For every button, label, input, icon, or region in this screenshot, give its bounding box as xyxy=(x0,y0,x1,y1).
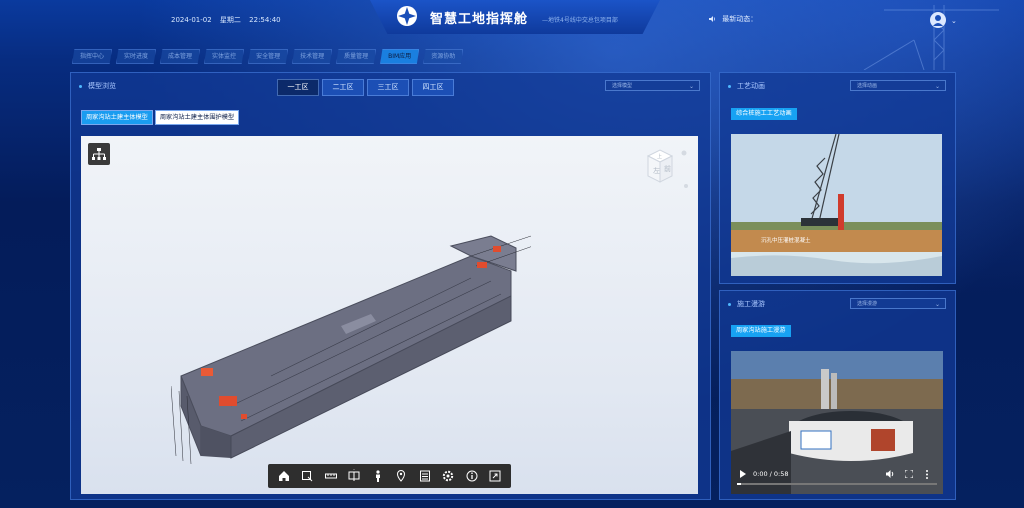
viewer-toolbar xyxy=(268,464,511,488)
model-panel-title: 模型浏览 xyxy=(79,81,116,91)
speaker-icon xyxy=(709,16,715,22)
video-controls: 0:00 / 0:58 xyxy=(731,464,943,494)
roaming-select[interactable]: 选择漫游 ⌄ xyxy=(850,298,946,309)
nav-item-progress[interactable]: 实时进度 xyxy=(116,49,157,64)
hierarchy-icon xyxy=(92,148,106,160)
animation-caption: 沉孔中压灌桩混凝土 xyxy=(761,236,811,244)
tab-area-3[interactable]: 三工区 xyxy=(367,79,409,96)
user-avatar-icon[interactable] xyxy=(930,12,946,28)
tab-area-1[interactable]: 一工区 xyxy=(277,79,319,96)
pile-process-animation[interactable]: 沉孔中压灌桩混凝土 xyxy=(731,134,942,276)
nav-item-technology[interactable]: 技术管理 xyxy=(292,49,333,64)
fullscreen-icon[interactable] xyxy=(488,469,502,483)
nav-item-cost[interactable]: 成本管理 xyxy=(160,49,201,64)
roaming-select-value: 选择漫游 xyxy=(857,301,878,307)
weekday-text: 星期二 xyxy=(219,16,241,24)
person-avatar-icon xyxy=(933,15,943,26)
tab-area-4[interactable]: 四工区 xyxy=(412,79,454,96)
viewcube-icon[interactable]: 左 前 上 xyxy=(626,148,696,198)
chevron-down-icon: ⌄ xyxy=(934,301,940,308)
video-time: 0:00 / 0:58 xyxy=(753,470,789,478)
model-select[interactable]: 选择模型 ⌄ xyxy=(605,80,700,91)
viewcube-top-label: 上 xyxy=(657,153,662,160)
news-ticker[interactable]: 最新动态： xyxy=(708,14,757,24)
settings-icon[interactable] xyxy=(441,469,455,483)
model-switcher: 周家沟站土建主体模型 周家沟站土建主体围护模型 xyxy=(81,110,240,125)
station-roaming-button[interactable]: 周家沟站施工漫游 xyxy=(731,325,791,337)
page-title: 智慧工地指挥舱 xyxy=(430,12,529,27)
play-icon[interactable] xyxy=(739,470,747,478)
nav-item-monitoring[interactable]: 实体监控 xyxy=(204,49,245,64)
nav-item-command-center[interactable]: 指挥中心 xyxy=(72,49,113,64)
home-icon[interactable] xyxy=(277,469,291,483)
more-options-icon[interactable] xyxy=(925,470,929,479)
chevron-down-icon: ⌄ xyxy=(934,83,940,90)
viewcube-left-label: 左 xyxy=(653,166,660,175)
logo-icon xyxy=(397,6,417,26)
model-select-value: 选择模型 xyxy=(612,83,633,89)
user-menu-chevron-icon[interactable]: ⌄ xyxy=(951,17,957,25)
info-icon[interactable] xyxy=(465,469,479,483)
nav-item-bim[interactable]: BIM应用 xyxy=(380,49,420,64)
process-panel-title: 工艺动画 xyxy=(728,81,765,91)
model-tree-button[interactable] xyxy=(88,143,110,165)
section-icon[interactable] xyxy=(347,469,361,483)
date-text: 2024-01-02 xyxy=(171,16,212,24)
locate-icon[interactable] xyxy=(394,469,408,483)
properties-icon[interactable] xyxy=(418,469,432,483)
tab-area-2[interactable]: 二工区 xyxy=(322,79,364,96)
bim-model-viewer[interactable]: 左 前 上 xyxy=(81,136,698,494)
measure-icon[interactable] xyxy=(324,469,338,483)
pile-animation-button[interactable]: 综合桩施工工艺动画 xyxy=(731,108,797,120)
fullscreen-icon[interactable] xyxy=(905,470,913,478)
main-structure-model-button[interactable]: 周家沟站土建主体模型 xyxy=(81,110,153,125)
person-icon[interactable] xyxy=(371,469,385,483)
datetime: 2024-01-02 星期二 22:54:40 xyxy=(171,15,287,25)
nav-item-quality[interactable]: 质量管理 xyxy=(336,49,377,64)
news-label: 最新动态： xyxy=(722,15,758,23)
zoom-window-icon[interactable] xyxy=(300,469,314,483)
page-subtitle: —地铁4号线中交总包项目部 xyxy=(542,17,618,24)
viewcube-front-label: 前 xyxy=(664,164,671,173)
animation-select[interactable]: 选择动画 ⌄ xyxy=(850,80,946,91)
station-3d-model[interactable] xyxy=(171,226,531,466)
work-area-tabs: 一工区 二工区 三工区 四工区 xyxy=(277,79,454,96)
video-progress-bar[interactable] xyxy=(737,483,937,485)
volume-icon[interactable] xyxy=(886,470,895,478)
time-text: 22:54:40 xyxy=(249,16,281,24)
roaming-panel-title: 施工漫游 xyxy=(728,299,765,309)
main-nav: 指挥中心 实时进度 成本管理 实体监控 安全管理 技术管理 质量管理 BIM应用… xyxy=(72,49,464,64)
animation-select-value: 选择动画 xyxy=(857,83,878,89)
video-progress-fill xyxy=(737,483,741,485)
chevron-down-icon: ⌄ xyxy=(688,83,694,90)
roaming-video-player[interactable]: 0:00 / 0:58 xyxy=(731,351,943,494)
nav-item-safety[interactable]: 安全管理 xyxy=(248,49,289,64)
top-header: 2024-01-02 星期二 22:54:40 智慧工地指挥舱 —地铁4号线中交… xyxy=(0,0,1024,44)
nav-item-resources[interactable]: 资源协助 xyxy=(423,49,464,64)
enclosure-model-button[interactable]: 周家沟站土建主体围护模型 xyxy=(154,110,240,125)
